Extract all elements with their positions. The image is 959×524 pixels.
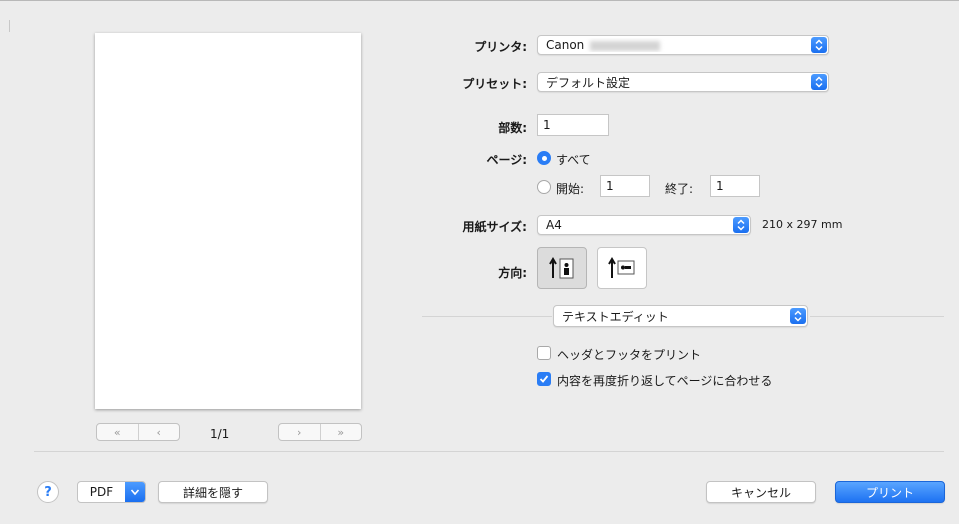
pdf-menu-button[interactable]: PDF	[77, 481, 146, 503]
landscape-button[interactable]	[597, 247, 647, 289]
page-indicator: 1/1	[210, 427, 230, 441]
paper-size-popup[interactable]: A4	[537, 215, 751, 235]
portrait-button[interactable]	[537, 247, 587, 289]
paper-size-value: A4	[546, 218, 562, 232]
section-divider-right	[810, 316, 944, 317]
chevron-updown-icon	[790, 308, 806, 324]
pdf-label: PDF	[89, 485, 114, 499]
printer-popup[interactable]: Canon	[537, 35, 829, 55]
chevron-down-icon	[125, 482, 145, 502]
window-top-border	[0, 0, 959, 1]
hide-details-button[interactable]: 詳細を隠す	[158, 481, 268, 503]
header-footer-label: ヘッダとフッタをプリント	[557, 348, 702, 362]
preset-popup[interactable]: デフォルト設定	[537, 72, 829, 92]
section-divider-left	[422, 316, 552, 317]
app-section-value: テキストエディット	[562, 309, 669, 324]
last-page-button[interactable]: »	[321, 424, 362, 440]
preset-label: プリセット:	[462, 77, 527, 91]
rewrap-checkbox[interactable]	[537, 372, 551, 386]
landscape-icon	[608, 257, 635, 278]
pages-range-radio[interactable]	[537, 180, 551, 194]
cancel-button[interactable]: キャンセル	[706, 481, 816, 503]
printer-model-redacted	[590, 40, 661, 51]
chevron-updown-icon	[811, 37, 827, 53]
portrait-icon	[549, 257, 574, 279]
chevron-updown-icon	[733, 217, 749, 233]
checkmark-icon	[539, 375, 549, 383]
preview-nav-back-group: « ‹	[96, 423, 180, 441]
chevron-updown-icon	[811, 74, 827, 90]
page-preview	[95, 33, 361, 409]
orientation-label: 方向:	[498, 266, 527, 280]
paper-size-label: 用紙サイズ:	[462, 220, 527, 234]
pages-to-label: 終了:	[665, 182, 694, 196]
printer-value: Canon	[546, 38, 585, 52]
pages-all-label: すべて	[556, 153, 591, 167]
preset-value: デフォルト設定	[546, 75, 631, 90]
app-section-popup[interactable]: テキストエディット	[553, 305, 808, 327]
footer-separator	[34, 451, 944, 452]
pages-from-label: 開始:	[556, 182, 585, 196]
paper-dimensions: 210 x 297 mm	[762, 218, 843, 231]
copies-field[interactable]: 1	[537, 114, 609, 136]
pages-label: ページ:	[486, 153, 527, 167]
print-button[interactable]: プリント	[835, 481, 945, 503]
printer-label: プリンタ:	[474, 40, 527, 54]
pages-from-field[interactable]: 1	[600, 175, 650, 197]
copies-label: 部数:	[498, 121, 527, 135]
rewrap-label: 内容を再度折り返してページに合わせる	[557, 374, 773, 388]
first-page-button[interactable]: «	[97, 424, 139, 440]
preview-nav-forward-group: › »	[278, 423, 362, 441]
pages-to-field[interactable]: 1	[710, 175, 760, 197]
next-page-button[interactable]: ›	[279, 424, 321, 440]
pages-all-radio[interactable]	[537, 151, 551, 165]
help-button[interactable]: ?	[37, 481, 59, 503]
window-edge-mark	[9, 20, 10, 32]
header-footer-checkbox[interactable]	[537, 346, 551, 360]
previous-page-button[interactable]: ‹	[139, 424, 180, 440]
